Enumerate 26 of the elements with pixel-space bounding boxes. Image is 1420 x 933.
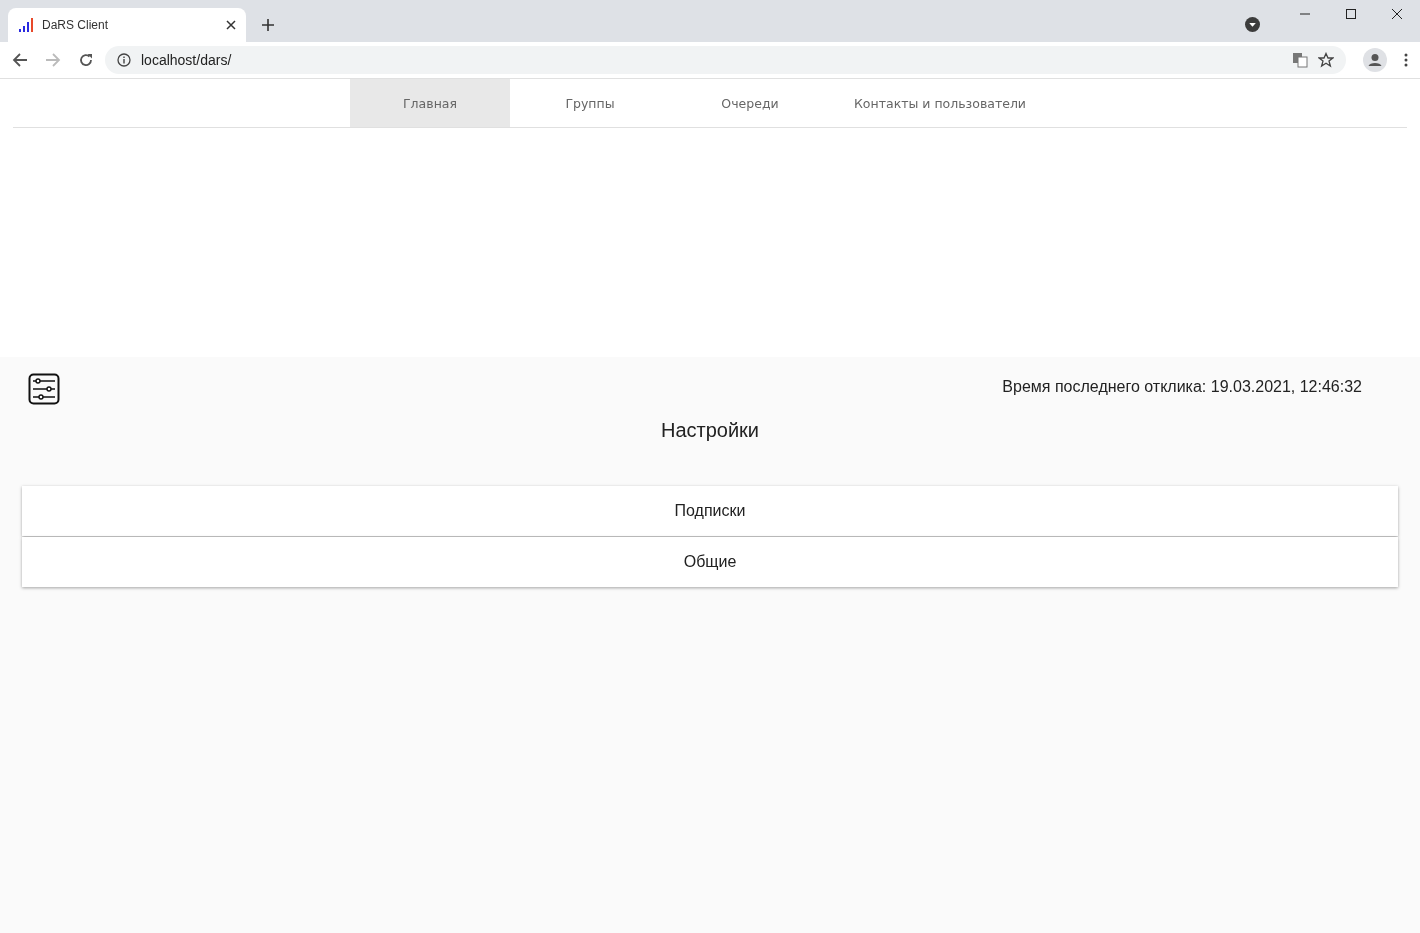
info-icon <box>117 53 131 67</box>
url-text: localhost/dars/ <box>141 52 232 68</box>
nav-tab[interactable]: Контакты и пользователи <box>830 79 1050 127</box>
reload-icon[interactable] <box>78 52 94 68</box>
star-icon[interactable] <box>1318 52 1334 68</box>
settings-section-header[interactable]: Общие <box>22 537 1398 587</box>
settings-section-header[interactable]: Подписки <box>22 486 1398 536</box>
settings-title: Настройки <box>659 419 761 442</box>
back-arrow-icon[interactable] <box>12 52 28 68</box>
maximize-icon[interactable] <box>1345 8 1357 20</box>
down-caret-circle-icon[interactable] <box>1245 17 1260 32</box>
avatar-icon[interactable] <box>1363 48 1387 72</box>
close-icon[interactable] <box>1391 8 1403 20</box>
nav-tab[interactable]: Очереди <box>670 79 830 127</box>
address-field[interactable]: localhost/dars/ <box>105 46 1346 74</box>
close-icon[interactable] <box>226 20 236 30</box>
last-response-time: Время последнего отклика: 19.03.2021, 12:46:32 <box>1002 378 1362 396</box>
more-vertical-icon[interactable] <box>1404 53 1408 67</box>
tab-title: DaRS Client <box>42 18 110 32</box>
sliders-icon[interactable] <box>28 373 60 405</box>
plus-icon[interactable] <box>262 19 274 31</box>
translate-icon[interactable] <box>1292 52 1308 68</box>
nav-tab[interactable]: Группы <box>510 79 670 127</box>
signal-bars-icon <box>18 17 34 33</box>
nav-tab[interactable]: Главная <box>350 79 510 127</box>
browser-tab[interactable]: DaRS Client <box>8 8 246 42</box>
